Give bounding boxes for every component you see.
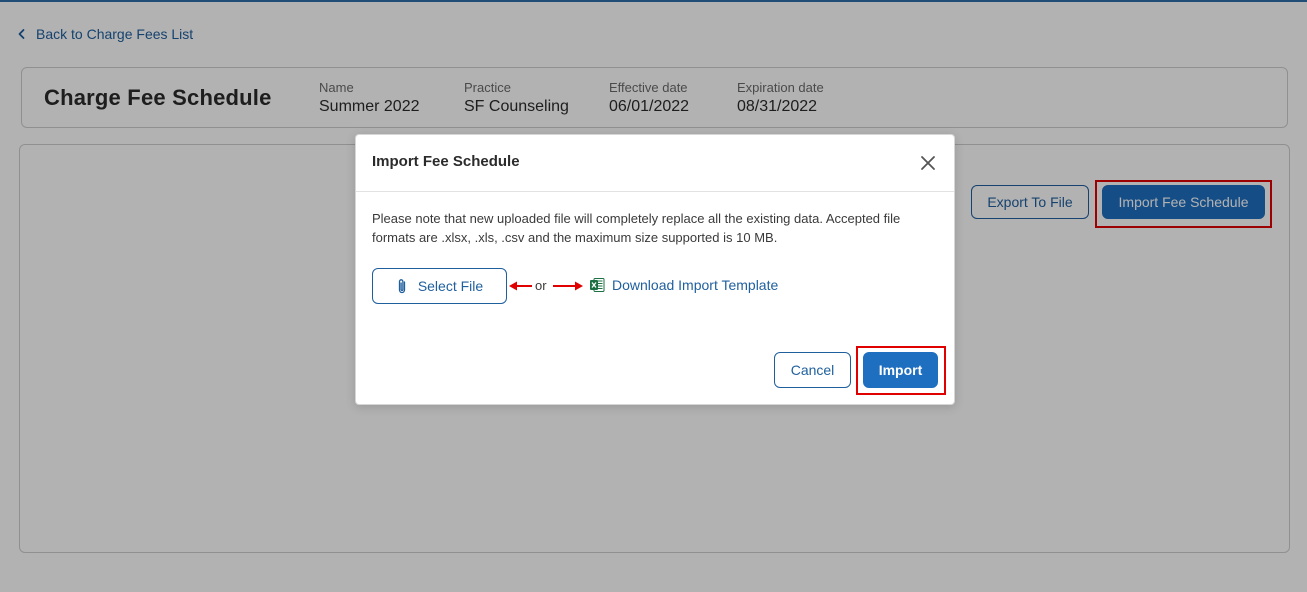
red-arrow-icon bbox=[509, 281, 532, 291]
import-note: Please note that new uploaded file will … bbox=[372, 211, 901, 245]
select-file-button[interactable]: Select File bbox=[372, 268, 507, 304]
or-separator: or bbox=[535, 278, 547, 293]
red-arrow-icon bbox=[553, 281, 583, 291]
download-import-template-link[interactable]: Download Import Template bbox=[589, 277, 778, 293]
cancel-button[interactable]: Cancel bbox=[774, 352, 851, 388]
modal-title: Import Fee Schedule bbox=[372, 153, 520, 170]
select-file-label: Select File bbox=[417, 278, 484, 294]
download-template-label: Download Import Template bbox=[612, 277, 779, 293]
close-icon bbox=[921, 156, 935, 170]
modal-close-button[interactable] bbox=[917, 152, 939, 174]
import-button[interactable]: Import bbox=[863, 352, 938, 388]
modal-header: Import Fee Schedule bbox=[356, 135, 954, 192]
import-fee-schedule-modal: Import Fee Schedule Please note that new… bbox=[355, 134, 955, 405]
paperclip-icon bbox=[398, 278, 405, 293]
excel-file-icon bbox=[590, 278, 605, 292]
